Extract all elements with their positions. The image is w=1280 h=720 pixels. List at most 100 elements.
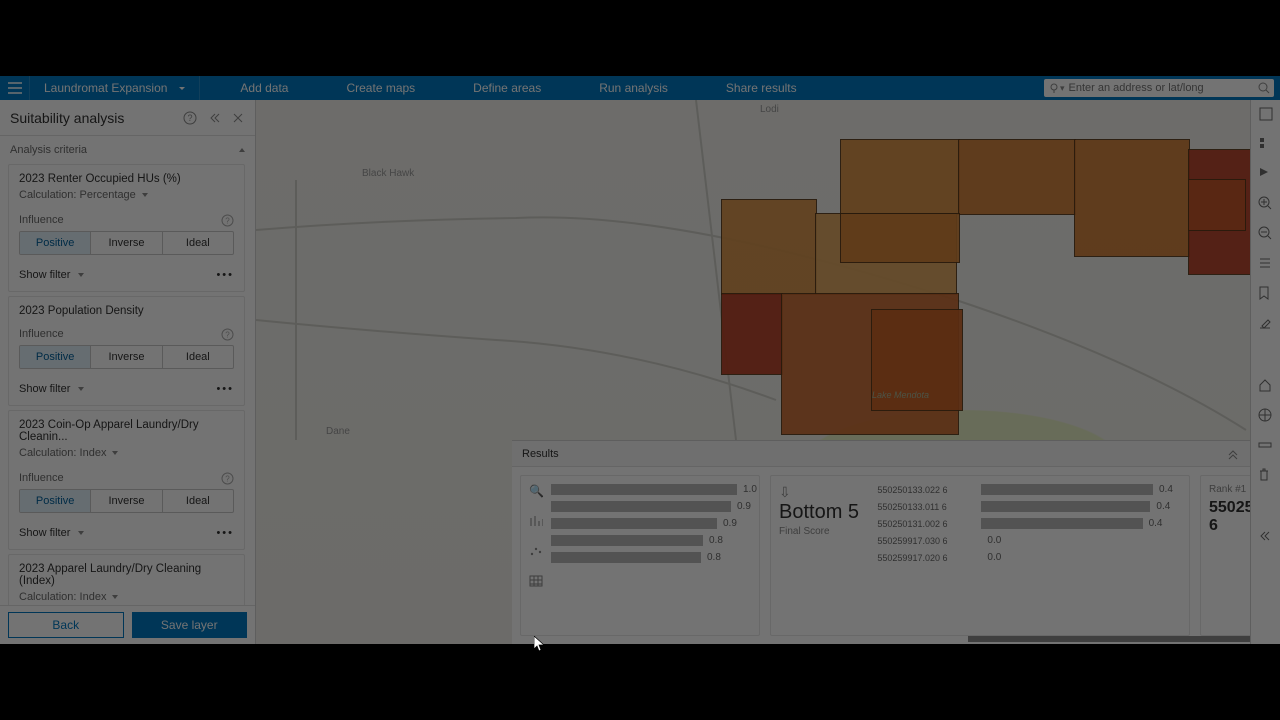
influence-label: Influence xyxy=(19,214,64,226)
globe-icon[interactable] xyxy=(1258,408,1274,424)
sort-desc-icon[interactable]: ⇩ xyxy=(779,484,877,501)
calculation-picker[interactable]: Calculation: Index xyxy=(9,447,244,465)
suitability-polygon[interactable] xyxy=(1189,180,1245,230)
back-button[interactable]: Back xyxy=(8,612,124,638)
scatter-icon[interactable] xyxy=(529,544,545,560)
seg-positive[interactable]: Positive xyxy=(20,490,91,512)
zoom-out-icon[interactable] xyxy=(1258,226,1274,242)
tab-share-results[interactable]: Share results xyxy=(726,81,797,95)
save-layer-button[interactable]: Save layer xyxy=(132,612,248,638)
play-icon[interactable] xyxy=(1258,166,1274,182)
map-canvas[interactable]: Black Hawk Lodi Lake Mendota Dane County… xyxy=(256,100,1280,644)
seg-inverse[interactable]: Inverse xyxy=(91,232,162,254)
bottom5-heading: Bottom 5 xyxy=(779,501,877,524)
suitability-polygon[interactable] xyxy=(1075,140,1189,256)
seg-ideal[interactable]: Ideal xyxy=(163,346,233,368)
chevron-down-icon xyxy=(78,531,84,535)
rank-label: Rank #1 xyxy=(1209,484,1250,495)
project-name: Laundromat Expansion xyxy=(44,81,167,95)
calculation-picker[interactable]: Calculation: Percentage xyxy=(9,189,244,207)
influence-segmented[interactable]: Positive Inverse Ideal xyxy=(19,345,234,369)
list-icon[interactable] xyxy=(1258,256,1274,272)
seg-positive[interactable]: Positive xyxy=(20,346,91,368)
criterion-coinop-laundry: 2023 Coin-Op Apparel Laundry/Dry Cleanin… xyxy=(8,410,245,550)
results-h-scrollbar[interactable] xyxy=(768,634,1220,644)
suitability-polygon[interactable] xyxy=(959,140,1075,214)
help-icon[interactable]: ? xyxy=(220,471,234,485)
histogram-icon[interactable] xyxy=(529,514,545,530)
pin-icon xyxy=(1048,82,1060,94)
suitability-polygon[interactable] xyxy=(841,140,959,214)
show-filter-toggle[interactable]: Show filter xyxy=(19,269,70,281)
seg-positive[interactable]: Positive xyxy=(20,232,91,254)
show-filter-toggle[interactable]: Show filter xyxy=(19,383,70,395)
tab-create-maps[interactable]: Create maps xyxy=(346,81,415,95)
influence-segmented[interactable]: Positive Inverse Ideal xyxy=(19,231,234,255)
histogram-card: 🔍 1.00.90.90.80.8 xyxy=(520,475,760,636)
chevron-down-icon xyxy=(78,387,84,391)
influence-label: Influence xyxy=(19,472,64,484)
project-picker[interactable]: Laundromat Expansion xyxy=(30,76,200,100)
panel-title: Suitability analysis xyxy=(10,110,124,126)
influence-segmented[interactable]: Positive Inverse Ideal xyxy=(19,489,234,513)
more-icon[interactable]: ••• xyxy=(216,269,234,281)
collapse-rail-icon[interactable] xyxy=(1258,530,1274,546)
criterion-renter-occupied: 2023 Renter Occupied HUs (%) Calculation… xyxy=(8,164,245,292)
seg-ideal[interactable]: Ideal xyxy=(163,490,233,512)
scrollbar-thumb[interactable] xyxy=(968,636,1280,642)
criterion-name: 2023 Renter Occupied HUs (%) xyxy=(9,165,244,189)
search-input[interactable] xyxy=(1065,82,1258,94)
suitability-polygon[interactable] xyxy=(722,294,782,374)
chevron-down-icon xyxy=(175,81,185,95)
menu-icon[interactable] xyxy=(0,76,30,100)
criterion-name: 2023 Coin-Op Apparel Laundry/Dry Cleanin… xyxy=(9,411,244,447)
map-label: Dane xyxy=(326,426,350,437)
more-icon[interactable]: ••• xyxy=(216,527,234,539)
seg-inverse[interactable]: Inverse xyxy=(91,490,162,512)
tab-run-analysis[interactable]: Run analysis xyxy=(599,81,668,95)
bottom5-sub: Final Score xyxy=(779,526,877,537)
expand-results-icon[interactable] xyxy=(1226,447,1240,461)
histogram-bars: 1.00.90.90.80.8 xyxy=(545,484,765,627)
tab-add-data[interactable]: Add data xyxy=(240,81,288,95)
bottom5-row: 550259917.020 60.0 xyxy=(877,552,1181,563)
tab-define-areas[interactable]: Define areas xyxy=(473,81,541,95)
bookmark-icon[interactable] xyxy=(1258,286,1274,302)
rank-id: 550250128.003 6 xyxy=(1209,499,1250,535)
table-icon[interactable] xyxy=(529,574,545,590)
suitability-polygon[interactable] xyxy=(722,200,816,294)
svg-text:?: ? xyxy=(225,216,230,225)
zoom-in-icon[interactable] xyxy=(1258,196,1274,212)
legend-icon[interactable] xyxy=(1258,136,1274,152)
annotations-icon[interactable] xyxy=(1258,316,1274,332)
search-box[interactable]: ▾ xyxy=(1044,79,1274,97)
histogram-row: 1.0 xyxy=(551,484,765,495)
calculation-picker[interactable]: Calculation: Index xyxy=(9,591,244,605)
section-analysis-criteria[interactable]: Analysis criteria xyxy=(0,136,255,160)
help-icon[interactable]: ? xyxy=(220,213,234,227)
close-icon[interactable] xyxy=(231,111,245,125)
histogram-row: 0.9 xyxy=(551,518,765,529)
seg-inverse[interactable]: Inverse xyxy=(91,346,162,368)
criterion-apparel-laundry: 2023 Apparel Laundry/Dry Cleaning (Index… xyxy=(8,554,245,605)
search-icon[interactable]: 🔍 xyxy=(529,484,545,500)
layers-icon[interactable] xyxy=(1258,106,1274,122)
map-label: Lodi xyxy=(760,104,779,115)
bottom5-card: ⇩ Bottom 5 Final Score 550250133.022 60.… xyxy=(770,475,1190,636)
more-icon[interactable]: ••• xyxy=(216,383,234,395)
criteria-scroll[interactable]: 2023 Renter Occupied HUs (%) Calculation… xyxy=(0,160,255,605)
svg-text:?: ? xyxy=(225,330,230,339)
chevron-down-icon xyxy=(112,595,118,599)
results-panel: Results 🔍 1.00.90.90.80.8 ⇩ Bo xyxy=(512,440,1250,644)
show-filter-toggle[interactable]: Show filter xyxy=(19,527,70,539)
measure-icon[interactable] xyxy=(1258,438,1274,454)
help-icon[interactable]: ? xyxy=(220,327,234,341)
trash-icon[interactable] xyxy=(1258,468,1274,484)
seg-ideal[interactable]: Ideal xyxy=(163,232,233,254)
help-icon[interactable]: ? xyxy=(183,111,197,125)
search-icon xyxy=(1258,82,1270,94)
home-icon[interactable] xyxy=(1258,378,1274,394)
suitability-polygon[interactable] xyxy=(841,214,959,262)
influence-label: Influence xyxy=(19,328,64,340)
collapse-icon[interactable] xyxy=(207,111,221,125)
